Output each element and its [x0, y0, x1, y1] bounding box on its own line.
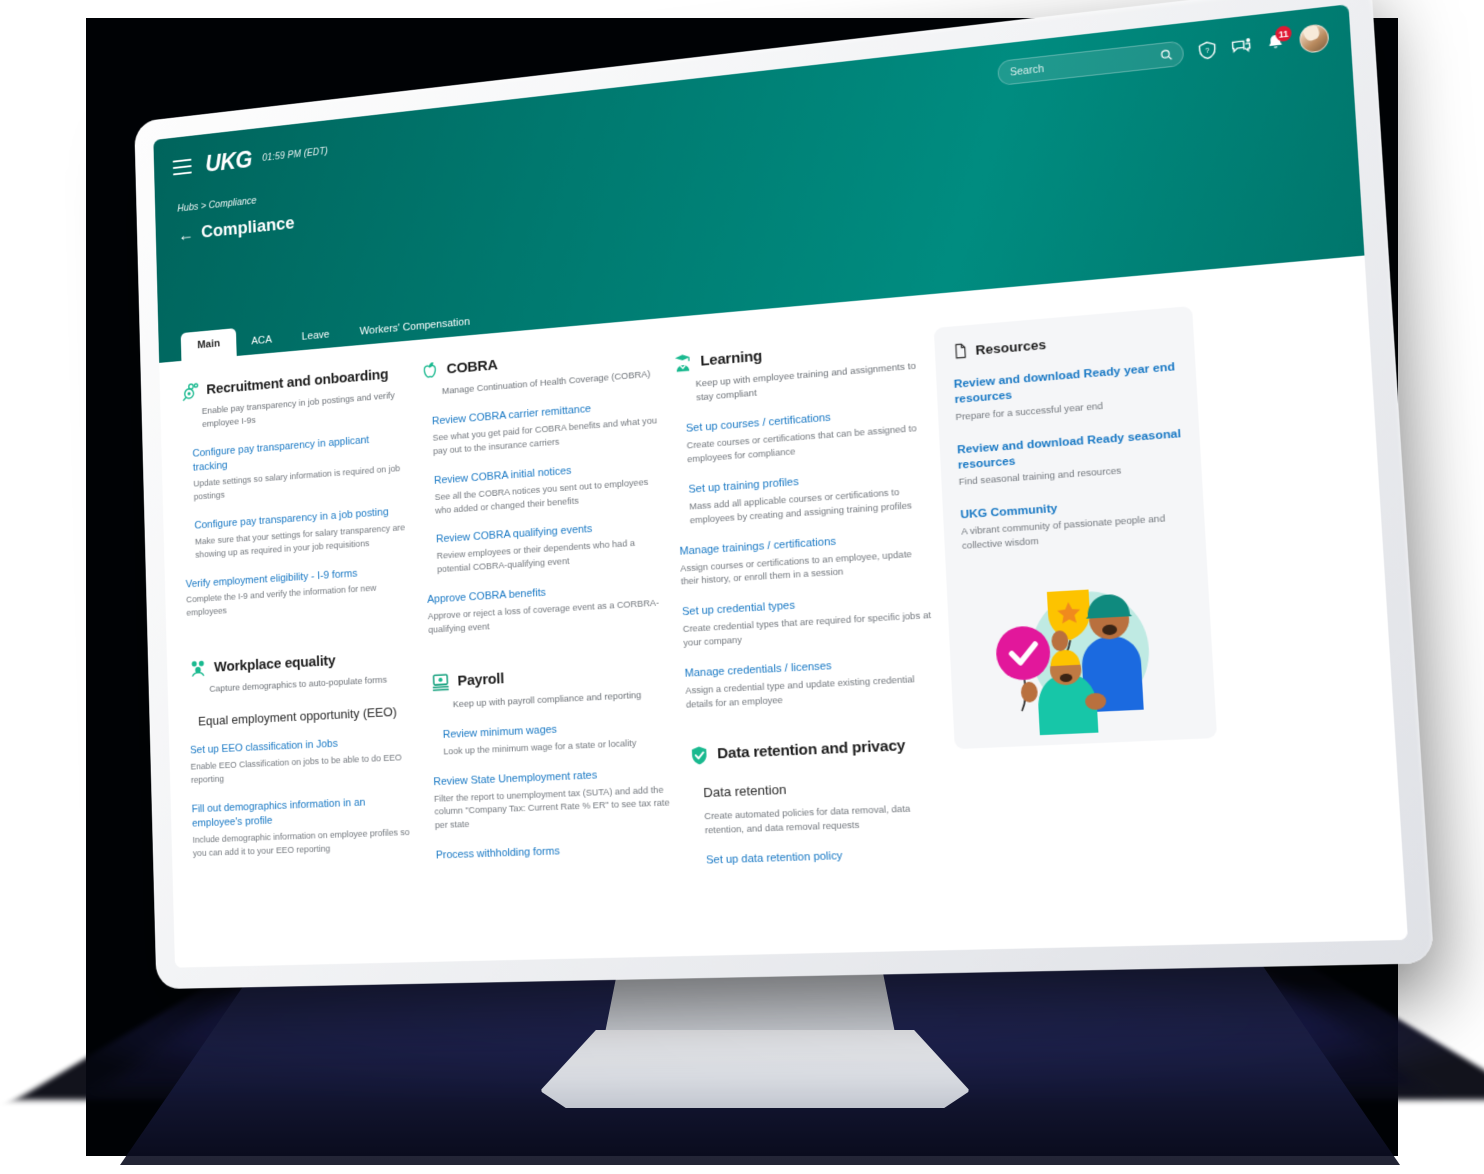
tab-leave[interactable]: Leave — [286, 320, 345, 351]
workplace-equality-people-icon — [188, 657, 209, 680]
column-resources: Resources Review and download Ready year… — [933, 294, 1229, 950]
section-learning: Learning Keep up with employee training … — [671, 331, 936, 712]
section-title: Data retention and privacy — [716, 737, 906, 763]
svg-text:?: ? — [1205, 48, 1210, 56]
cobra-apple-icon — [419, 359, 441, 383]
screenshot-stage: UKG 01:59 PM (EDT) Search ? 11 Hubs > Co… — [0, 0, 1484, 1174]
link-item: Manage credentials / licenses Assign a c… — [684, 654, 936, 713]
avatar[interactable] — [1298, 23, 1330, 54]
monitor-bezel: UKG 01:59 PM (EDT) Search ? 11 Hubs > Co… — [134, 0, 1435, 990]
recruitment-search-person-icon — [180, 380, 200, 403]
monitor-stand-base — [540, 1030, 970, 1108]
notifications-bell-icon[interactable]: 11 — [1265, 25, 1293, 54]
link-item: Review COBRA carrier remittance See what… — [432, 397, 660, 459]
resources-title: Resources — [975, 336, 1047, 358]
link-item: Set up training profiles Mass add all ap… — [688, 466, 926, 528]
section-header: Data retention and privacy — [688, 733, 939, 767]
section-title: Workplace equality — [213, 652, 336, 676]
help-shield-icon[interactable]: ? — [1197, 40, 1218, 61]
subsection-heading: Data retention — [702, 781, 787, 800]
subsection-heading: Equal employment opportunity (EEO) — [197, 704, 398, 729]
section-description: Create automated policies for data remov… — [704, 803, 911, 836]
ukg-logo[interactable]: UKG — [205, 146, 252, 178]
link-item: Review COBRA initial notices See all the… — [434, 457, 662, 518]
resources-header: Resources — [952, 325, 1176, 360]
section-workplace-equality: Workplace equality Capture demographics … — [188, 645, 421, 860]
payroll-monitor-icon — [430, 671, 452, 694]
section-title: Learning — [700, 347, 763, 370]
link-item-clipped: Process withholding forms — [436, 841, 677, 864]
link-item: Set up credential types Create credentia… — [682, 591, 933, 651]
resources-illustration — [963, 561, 1198, 738]
document-icon — [952, 342, 969, 359]
section-data-retention: Data retention and privacy Data retentio… — [688, 733, 944, 869]
people-balloons-illustration — [994, 588, 1153, 736]
notification-badge: 11 — [1274, 25, 1293, 43]
clock-label: 01:59 PM (EDT) — [262, 145, 329, 164]
page-title-text: Compliance — [200, 213, 295, 243]
section-title: COBRA — [446, 356, 498, 377]
link-item: Configure pay transparency in a job post… — [194, 504, 411, 562]
link-item: Review State Unemployment rates Filter t… — [433, 765, 675, 833]
link-title[interactable]: Process withholding forms — [436, 841, 677, 864]
link-title[interactable]: Fill out demographics information in an … — [192, 794, 421, 831]
column-cobra-payroll: COBRA Manage Continuation of Health Cove… — [419, 340, 681, 962]
resources-card: Resources Review and download Ready year… — [933, 305, 1218, 750]
link-title[interactable]: Set up data retention policy — [706, 846, 944, 869]
resource-item: UKG Community A vibrant community of pas… — [960, 492, 1187, 554]
link-item: Review minimum wages Look up the minimum… — [443, 717, 673, 759]
section-payroll: Payroll Keep up with payroll compliance … — [430, 659, 677, 863]
link-item: Manage trainings / certifications Assign… — [679, 528, 930, 589]
link-item: Set up courses / certifications Create c… — [686, 404, 924, 467]
menu-icon[interactable] — [172, 158, 192, 176]
section-cobra: COBRA Manage Continuation of Health Cove… — [419, 340, 667, 637]
content-area: Recruitment and onboarding Enable pay tr… — [159, 255, 1408, 968]
link-item: Configure pay transparency in applicant … — [192, 431, 408, 504]
tab-main[interactable]: Main — [180, 328, 237, 361]
column-learning-data: Learning Keep up with employee training … — [671, 317, 949, 955]
section-recruitment: Recruitment and onboarding Enable pay tr… — [180, 362, 413, 621]
screen: UKG 01:59 PM (EDT) Search ? 11 Hubs > Co… — [153, 4, 1408, 968]
link-item: Set up EEO classification in Jobs Enable… — [190, 734, 419, 788]
link-item-clipped: Set up data retention policy — [706, 846, 944, 869]
search-icon[interactable] — [1159, 48, 1173, 63]
learning-graduate-icon — [671, 351, 694, 375]
column-recruitment: Recruitment and onboarding Enable pay tr… — [180, 362, 425, 967]
section-title: Payroll — [457, 670, 505, 690]
link-description: Include demographic information on emplo… — [192, 826, 410, 859]
link-item: Review COBRA qualifying events Review em… — [436, 518, 665, 577]
link-item: Fill out demographics information in an … — [192, 794, 422, 861]
link-description: Filter the report to unemployment tax (S… — [433, 784, 670, 832]
link-item: Approve COBRA benefits Approve or reject… — [427, 579, 667, 638]
tab-aca[interactable]: ACA — [236, 325, 287, 356]
link-item: Verify employment eligibility - I-9 form… — [186, 563, 413, 621]
resource-item: Review and download Ready year end resou… — [953, 359, 1179, 425]
chat-icon[interactable] — [1231, 36, 1252, 58]
resource-item: Review and download Ready seasonal resou… — [957, 425, 1184, 490]
back-arrow-icon[interactable]: ← — [178, 224, 194, 245]
data-retention-shield-check-icon — [688, 743, 711, 767]
